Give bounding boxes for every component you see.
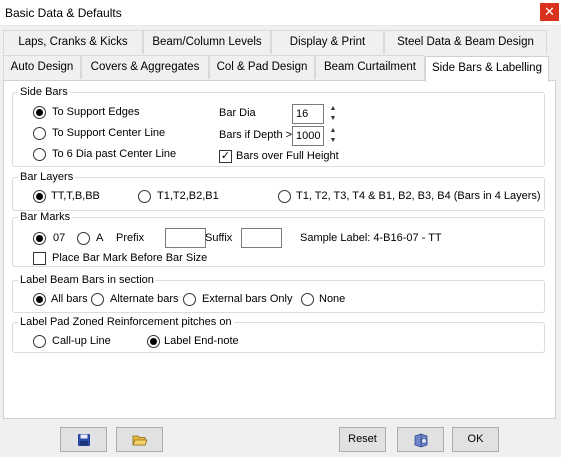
bar-layers-title: Bar Layers — [18, 171, 76, 183]
side-bars-group: Side Bars To Support Edges To Support Ce… — [12, 86, 545, 167]
tab-side-bars-labelling[interactable]: Side Bars & Labelling — [425, 56, 549, 82]
radio-to-6-dia-past-center-line[interactable] — [33, 148, 46, 161]
spin-down-icon[interactable]: ▼ — [328, 136, 338, 146]
radio-mark-a-label: A — [96, 232, 104, 244]
help-book-icon — [414, 433, 427, 448]
title-bar: Basic Data & Defaults ✕ — [0, 0, 561, 26]
floppy-disk-icon — [77, 434, 90, 446]
tab-beam-curtailment[interactable]: Beam Curtailment — [315, 55, 425, 79]
tab-laps-cranks-kicks[interactable]: Laps, Cranks & Kicks — [3, 30, 143, 54]
radio-call-up-line[interactable] — [33, 335, 46, 348]
radio-to-support-center-line-label: To Support Center Line — [52, 127, 166, 139]
radio-layers-4-layers-label: T1, T2, T3, T4 & B1, B2, B3, B4 (Bars in… — [296, 190, 541, 202]
radio-all-bars[interactable] — [33, 293, 46, 306]
tab-col-pad-design[interactable]: Col & Pad Design — [209, 55, 315, 79]
prefix-label: Prefix — [116, 232, 145, 244]
place-before-label: Place Bar Mark Before Bar Size — [52, 252, 208, 264]
prefix-input[interactable] — [165, 228, 206, 248]
full-height-label: Bars over Full Height — [236, 150, 339, 162]
side-bars-title: Side Bars — [18, 86, 70, 98]
label-pad-title: Label Pad Zoned Reinforcement pitches on — [18, 316, 234, 328]
bar-dia-label: Bar Dia — [219, 107, 256, 119]
help-button[interactable] — [397, 427, 444, 452]
bar-dia-input[interactable]: 16 — [292, 104, 324, 124]
suffix-input[interactable] — [241, 228, 282, 248]
save-button[interactable] — [60, 427, 107, 452]
reset-button[interactable]: Reset — [339, 427, 386, 452]
radio-mark-07-label: 07 — [53, 232, 66, 244]
full-height-checkbox[interactable]: ✓ — [219, 150, 232, 163]
close-button[interactable]: ✕ — [540, 3, 559, 21]
radio-mark-a[interactable] — [77, 232, 90, 245]
bars-if-depth-label: Bars if Depth > — [219, 129, 293, 141]
radio-layers-t1-t2-b2-b1-label: T1,T2,B2,B1 — [157, 190, 219, 202]
tab-panel: Side Bars To Support Edges To Support Ce… — [3, 80, 556, 419]
label-beam-bars-title: Label Beam Bars in section — [18, 274, 156, 286]
tab-steel-data-beam-design[interactable]: Steel Data & Beam Design — [384, 30, 547, 54]
bar-layers-group: Bar Layers TT,T,B,BB T1,T2,B2,B1 T1, T2,… — [12, 171, 545, 211]
suffix-label: Suffix — [205, 232, 233, 244]
bars-if-depth-stepper[interactable]: ▲ ▼ — [328, 126, 338, 146]
bar-dia-stepper[interactable]: ▲ ▼ — [328, 104, 338, 124]
radio-all-bars-label: All bars — [51, 293, 88, 305]
tab-beam-column-levels[interactable]: Beam/Column Levels — [143, 30, 271, 54]
tab-covers-aggregates[interactable]: Covers & Aggregates — [81, 55, 209, 79]
radio-mark-07[interactable] — [33, 232, 46, 245]
place-before-checkbox[interactable] — [33, 252, 46, 265]
bar-marks-group: Bar Marks 07 A Prefix Suffix Sample Labe… — [12, 211, 545, 267]
radio-alternate-bars-label: Alternate bars — [110, 293, 179, 305]
open-folder-icon — [131, 435, 148, 446]
radio-external-bars-only-label: External bars Only — [202, 293, 293, 305]
radio-none-label: None — [319, 293, 346, 305]
radio-alternate-bars[interactable] — [91, 293, 104, 306]
bar-marks-title: Bar Marks — [18, 211, 73, 223]
radio-label-end-note-label: Label End-note — [164, 335, 239, 347]
radio-external-bars-only[interactable] — [183, 293, 196, 306]
label-pad-group: Label Pad Zoned Reinforcement pitches on… — [12, 316, 545, 353]
open-button[interactable] — [116, 427, 163, 452]
tab-display-print[interactable]: Display & Print — [271, 30, 384, 54]
radio-to-6-dia-past-center-line-label: To 6 Dia past Center Line — [52, 148, 177, 160]
radio-layers-4-layers[interactable] — [278, 190, 291, 203]
label-beam-bars-group: Label Beam Bars in section All bars Alte… — [12, 274, 545, 313]
ok-button[interactable]: OK — [452, 427, 499, 452]
tab-auto-design[interactable]: Auto Design — [3, 55, 81, 79]
spin-up-icon[interactable]: ▲ — [328, 126, 338, 136]
radio-call-up-line-label: Call-up Line — [52, 335, 111, 347]
spin-up-icon[interactable]: ▲ — [328, 104, 338, 114]
radio-to-support-edges[interactable] — [33, 106, 46, 119]
radio-layers-t1-t2-b2-b1[interactable] — [138, 190, 151, 203]
radio-layers-tt-t-b-bb[interactable] — [33, 190, 46, 203]
spin-down-icon[interactable]: ▼ — [328, 114, 338, 124]
radio-to-support-edges-label: To Support Edges — [52, 106, 140, 118]
radio-none[interactable] — [301, 293, 314, 306]
radio-layers-tt-t-b-bb-label: TT,T,B,BB — [51, 190, 100, 202]
radio-to-support-center-line[interactable] — [33, 127, 46, 140]
radio-label-end-note[interactable] — [147, 335, 160, 348]
window-title: Basic Data & Defaults — [5, 6, 122, 20]
sample-label: Sample Label: 4-B16-07 - TT — [300, 232, 442, 244]
bars-if-depth-input[interactable]: 1000 — [292, 126, 324, 146]
